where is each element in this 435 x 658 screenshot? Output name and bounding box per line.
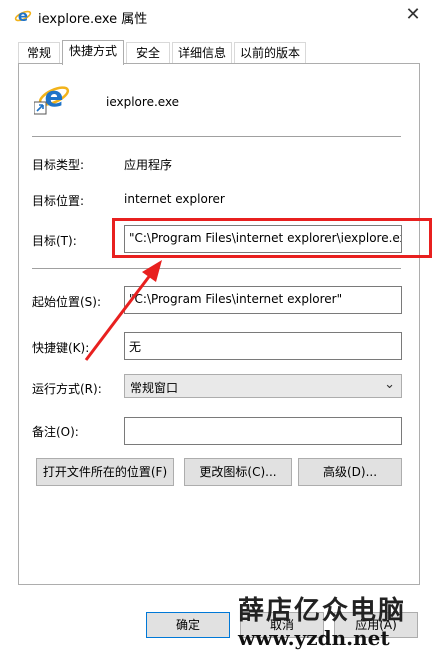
window-title: iexplore.exe 属性 bbox=[38, 12, 148, 27]
target-input[interactable]: "C:\Program Files\internet explorer\iexp… bbox=[124, 225, 402, 253]
internet-explorer-icon: e bbox=[14, 7, 32, 25]
watermark-url: www.yzdn.net bbox=[238, 626, 390, 650]
open-file-location-button[interactable]: 打开文件所在的位置(F) bbox=[36, 458, 174, 486]
title-bar: e iexplore.exe 属性 ✕ bbox=[0, 0, 435, 32]
target-type-value: 应用程序 bbox=[124, 158, 173, 172]
watermark-text-cn: 薛店亿众电脑 bbox=[238, 596, 407, 626]
tab-previous-versions[interactable]: 以前的版本 bbox=[234, 42, 306, 63]
shortcut-panel bbox=[18, 63, 420, 585]
target-label: 目标(T): bbox=[32, 234, 77, 248]
run-select-value: 常规窗口 bbox=[130, 381, 179, 395]
separator-top bbox=[32, 136, 401, 137]
close-icon: ✕ bbox=[405, 4, 421, 25]
ok-button[interactable]: 确定 bbox=[146, 612, 230, 638]
comment-input[interactable] bbox=[124, 417, 402, 445]
watermark: 薛店亿众电脑 www.yzdn.net bbox=[238, 596, 428, 650]
start-in-label: 起始位置(S): bbox=[32, 295, 102, 309]
target-location-value: internet explorer bbox=[124, 192, 225, 206]
hotkey-label: 快捷键(K): bbox=[32, 341, 90, 355]
close-button[interactable]: ✕ bbox=[401, 4, 425, 28]
tab-shortcut[interactable]: 快捷方式 bbox=[62, 40, 124, 65]
comment-label: 备注(O): bbox=[32, 425, 79, 439]
svg-text:e: e bbox=[18, 7, 28, 25]
hotkey-input[interactable]: 无 bbox=[124, 332, 402, 360]
app-name: iexplore.exe bbox=[106, 95, 180, 109]
chevron-down-icon: ⌄ bbox=[384, 377, 395, 392]
separator-middle bbox=[32, 268, 401, 269]
start-in-input[interactable]: "C:\Program Files\internet explorer" bbox=[124, 286, 402, 314]
tab-security[interactable]: 安全 bbox=[126, 42, 170, 63]
change-icon-button[interactable]: 更改图标(C)... bbox=[184, 458, 292, 486]
svg-text:e: e bbox=[45, 80, 64, 113]
tab-details[interactable]: 详细信息 bbox=[172, 42, 232, 63]
run-select[interactable]: 常规窗口 ⌄ bbox=[124, 374, 402, 398]
internet-explorer-large-icon: e bbox=[34, 80, 70, 115]
target-type-label: 目标类型: bbox=[32, 158, 85, 172]
target-location-label: 目标位置: bbox=[32, 194, 85, 208]
run-label: 运行方式(R): bbox=[32, 382, 102, 396]
tab-general[interactable]: 常规 bbox=[18, 42, 60, 63]
advanced-button[interactable]: 高级(D)... bbox=[298, 458, 402, 486]
